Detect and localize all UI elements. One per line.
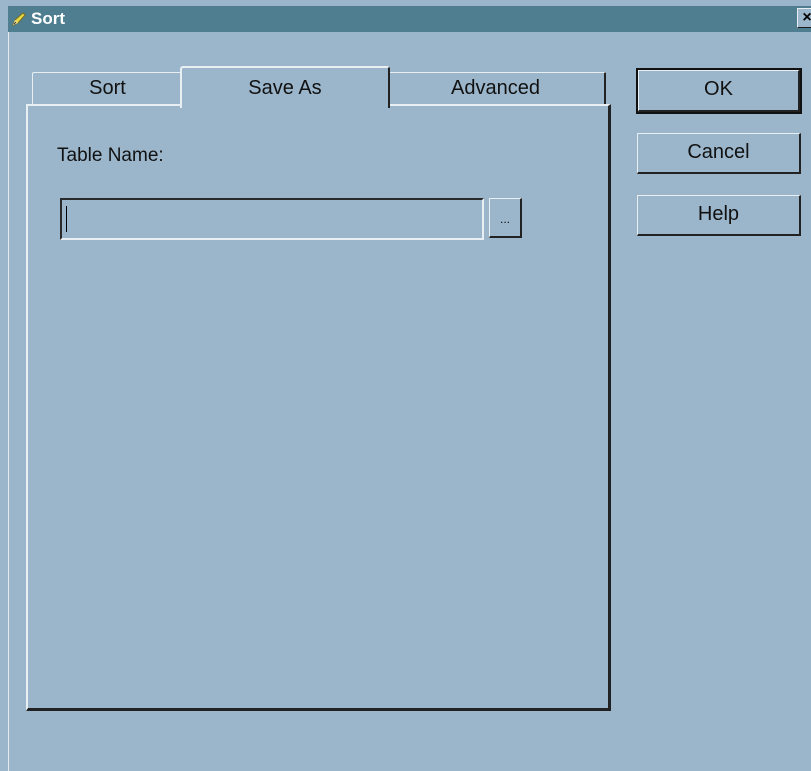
help-button[interactable]: Help bbox=[637, 195, 801, 236]
tab-save-as[interactable]: Save As bbox=[180, 66, 390, 108]
window-title: Sort bbox=[31, 9, 65, 28]
tab-sort[interactable]: Sort bbox=[32, 72, 184, 105]
close-icon: × bbox=[802, 9, 811, 26]
close-button[interactable]: × bbox=[797, 8, 811, 28]
tab-advanced[interactable]: Advanced bbox=[386, 72, 606, 105]
titlebar[interactable]: Sort × bbox=[8, 6, 811, 32]
pencil-icon bbox=[12, 12, 26, 26]
browse-button[interactable]: ... bbox=[489, 198, 522, 238]
cancel-button[interactable]: Cancel bbox=[637, 133, 801, 174]
tab-panel-save-as bbox=[26, 104, 611, 711]
table-name-label: Table Name: bbox=[57, 145, 164, 166]
text-caret bbox=[66, 206, 67, 232]
ok-button[interactable]: OK bbox=[636, 68, 802, 114]
sort-dialog: Sort × Sort Save As Advanced Table Name:… bbox=[0, 0, 811, 771]
table-name-input[interactable] bbox=[60, 198, 484, 240]
